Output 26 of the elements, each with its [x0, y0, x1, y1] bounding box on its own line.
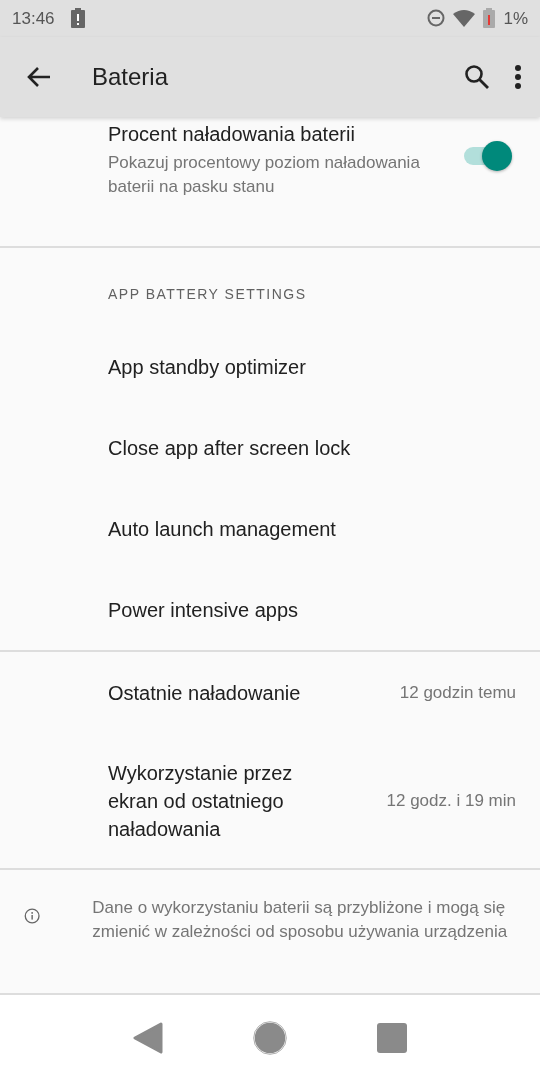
menu-item[interactable]: Auto launch management [0, 488, 540, 570]
toggle-switch[interactable] [462, 141, 512, 168]
search-icon[interactable] [464, 63, 490, 90]
info-value: 12 godzin temu [399, 682, 516, 705]
setting-title: Procent naładowania baterii [108, 122, 356, 148]
menu-item[interactable]: Power intensive apps [0, 569, 540, 651]
back-nav-icon[interactable] [133, 1021, 163, 1054]
wifi-icon [453, 9, 476, 28]
status-time: 13:46 [12, 7, 55, 30]
battery-alert-icon [70, 8, 85, 29]
footer-note: Dane o wykorzystaniu baterii są przybliżone i mogą się zmienić w zależności od sposobu używania urządzenia [92, 897, 509, 944]
battery-low-icon [483, 8, 496, 29]
menu-item[interactable]: Close app after screen lock [0, 407, 540, 489]
info-value: 12 godz. i 19 min [386, 790, 516, 813]
do-not-disturb-icon [427, 9, 446, 28]
back-arrow-icon[interactable] [26, 65, 52, 88]
section-header: APP BATTERY SETTINGS [107, 285, 308, 305]
battery-percentage: 1% [503, 7, 528, 30]
info-label: Wykorzystanie przez ekran od ostatniego naładowania [108, 760, 294, 842]
info-label: Ostatnie naładowanie [108, 680, 301, 706]
menu-item[interactable]: App standby optimizer [0, 326, 540, 408]
setting-summary: Pokazuj procentowy poziom naładowania baterii na pasku stanu [108, 152, 421, 199]
recents-nav-icon[interactable] [377, 1022, 407, 1053]
home-nav-icon[interactable] [253, 1020, 287, 1055]
more-options-icon[interactable] [514, 63, 522, 90]
page-title: Bateria [92, 61, 170, 92]
